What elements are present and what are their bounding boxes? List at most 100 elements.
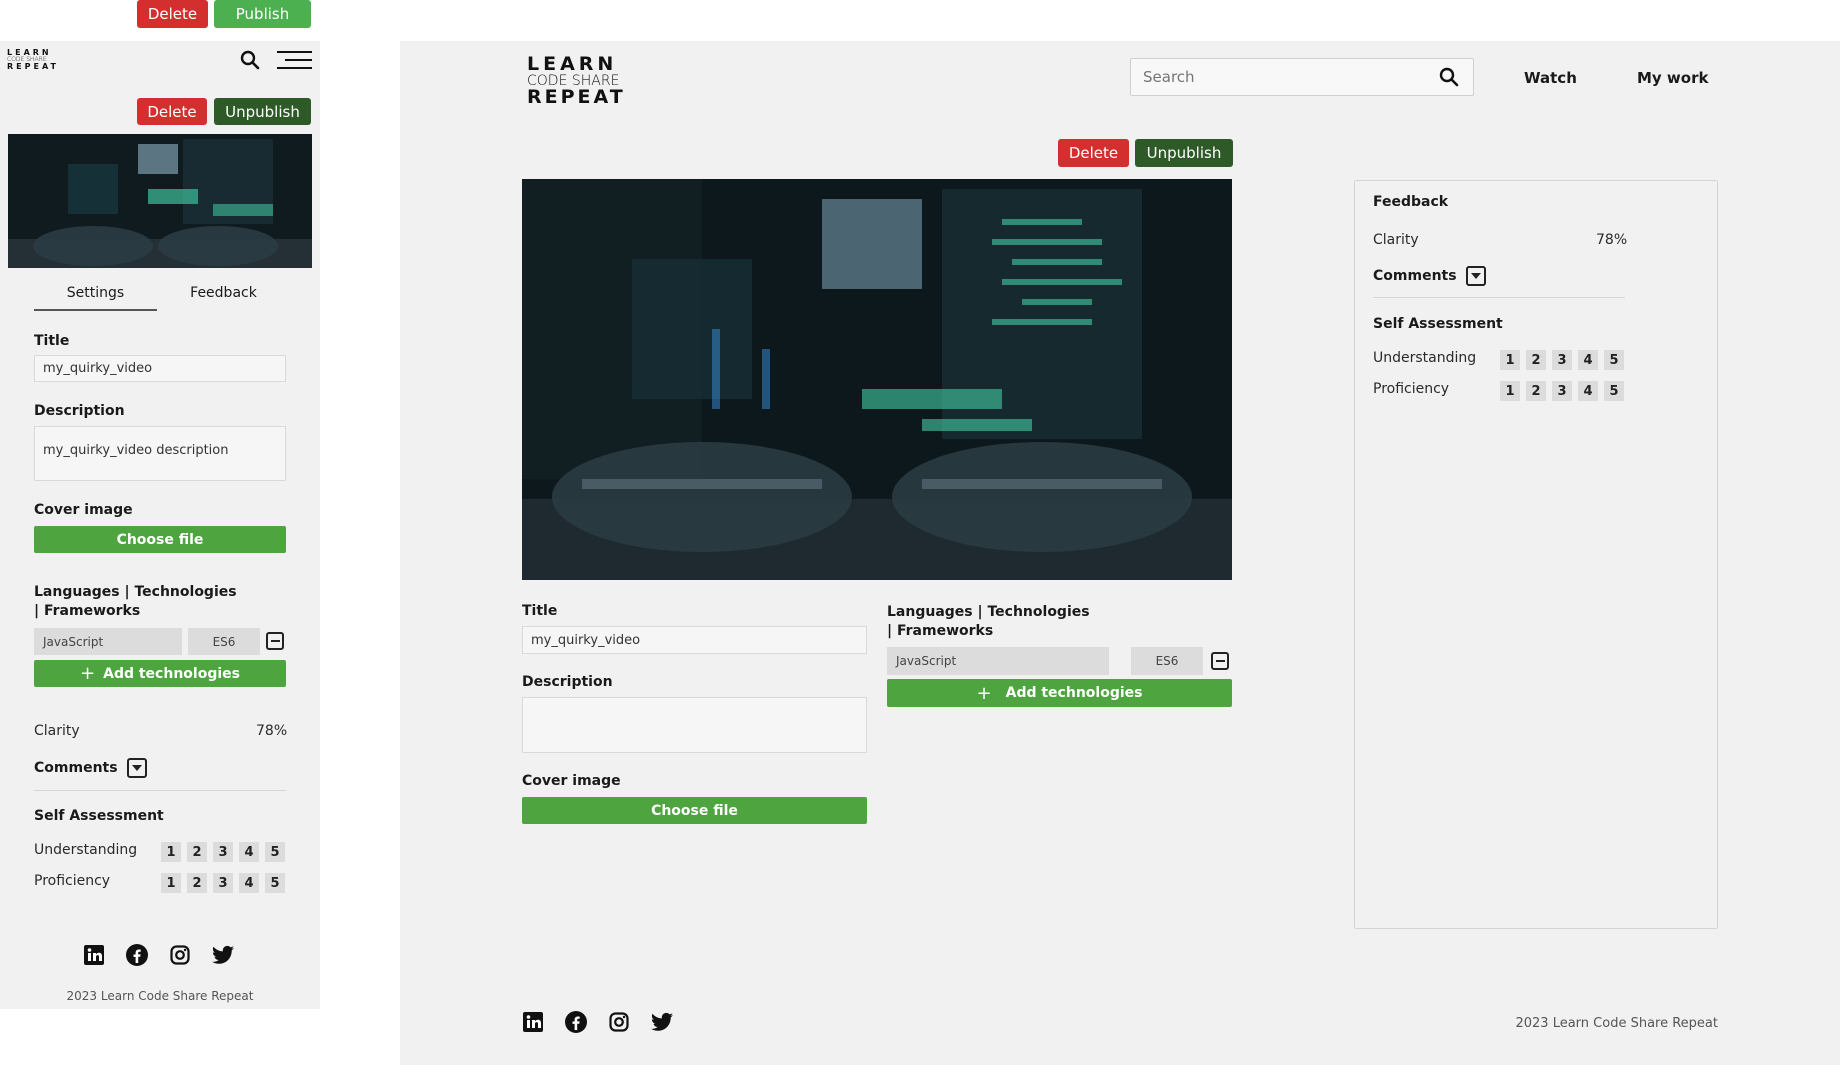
mobile-logo[interactable]: LEARN CODE SHARE REPEAT [7, 49, 59, 71]
nav-watch[interactable]: Watch [1524, 69, 1577, 87]
mobile-title-label: Title [34, 333, 70, 349]
desktop-cover-label: Cover image [522, 773, 621, 789]
desktop-add-technologies-label: Add technologies [1005, 685, 1143, 701]
search-icon[interactable] [1439, 67, 1459, 87]
mobile-add-technologies-label: Add technologies [103, 665, 240, 682]
logo-line-3: REPEAT [7, 62, 59, 71]
rating-5[interactable]: 5 [1604, 350, 1624, 370]
instagram-icon[interactable] [608, 1011, 630, 1033]
mobile-cover-image [8, 134, 312, 268]
desktop-choose-file-button[interactable]: Choose file [522, 797, 867, 824]
mobile-description-input[interactable]: my_quirky_video description [34, 426, 286, 481]
facebook-icon[interactable] [565, 1011, 587, 1033]
rating-2[interactable]: 2 [1526, 381, 1546, 401]
mobile-social-links [83, 944, 234, 966]
feedback-proficiency-label: Proficiency [1373, 381, 1450, 397]
rating-4[interactable]: 4 [239, 842, 259, 862]
mobile-divider [34, 790, 286, 791]
mobile-add-technologies-button[interactable]: + Add technologies [34, 660, 286, 687]
feedback-proficiency-rating: 1 2 3 4 5 [1500, 381, 1624, 401]
mobile-title-input[interactable] [34, 355, 286, 382]
linkedin-icon[interactable] [83, 944, 105, 966]
desktop-description-input[interactable] [522, 697, 867, 753]
rating-2[interactable]: 2 [187, 873, 207, 893]
rating-1[interactable]: 1 [161, 873, 181, 893]
top-delete-button[interactable]: Delete [137, 0, 208, 28]
facebook-icon[interactable] [126, 944, 148, 966]
desktop-tech-label: Languages | Technologies | Frameworks [887, 604, 1090, 639]
mobile-delete-button[interactable]: Delete [137, 98, 207, 125]
feedback-self-assessment-label: Self Assessment [1373, 316, 1503, 332]
desktop-search-box[interactable] [1130, 58, 1474, 96]
comments-toggle-icon[interactable] [1466, 266, 1486, 286]
remove-tech-icon[interactable] [266, 632, 284, 650]
mobile-self-assessment-label: Self Assessment [34, 808, 164, 824]
rating-1[interactable]: 1 [1500, 350, 1520, 370]
rating-3[interactable]: 3 [1552, 381, 1572, 401]
rating-2[interactable]: 2 [187, 842, 207, 862]
mobile-clarity-label: Clarity [34, 723, 80, 739]
menu-icon[interactable] [277, 50, 312, 70]
linkedin-icon[interactable] [522, 1011, 544, 1033]
mobile-choose-file-button[interactable]: Choose file [34, 526, 286, 553]
tech-tag-javascript: JavaScript [34, 628, 182, 655]
feedback-clarity-label: Clarity [1373, 232, 1419, 248]
feedback-heading: Feedback [1373, 194, 1449, 210]
comments-toggle-icon[interactable] [127, 758, 147, 778]
rating-1[interactable]: 1 [1500, 381, 1520, 401]
tab-settings[interactable]: Settings [34, 285, 157, 311]
plus-icon: + [976, 682, 992, 704]
desktop-title-input[interactable] [522, 626, 867, 654]
feedback-understanding-label: Understanding [1373, 350, 1477, 366]
logo-line-3: REPEAT [527, 86, 626, 108]
instagram-icon[interactable] [169, 944, 191, 966]
mobile-clarity-value: 78% [256, 723, 288, 739]
rating-4[interactable]: 4 [1578, 350, 1598, 370]
plus-icon: + [80, 663, 96, 684]
mobile-footer-text: 2023 Learn Code Share Repeat [66, 989, 254, 1003]
feedback-clarity-value: 78% [1596, 232, 1628, 248]
mobile-understanding-label: Understanding [34, 842, 138, 858]
logo-line-1: LEARN [527, 53, 618, 75]
mobile-panel: LEARN CODE SHARE REPEAT Delete Unpublish… [0, 41, 320, 1009]
desktop-description-label: Description [522, 674, 613, 690]
search-input[interactable] [1131, 59, 1431, 95]
desktop-footer-text: 2023 Learn Code Share Repeat [1515, 1016, 1718, 1031]
search-icon[interactable] [240, 50, 260, 70]
desktop-title-label: Title [522, 603, 558, 619]
desktop-social-links [522, 1011, 673, 1033]
tech-tag-es6: ES6 [188, 628, 260, 655]
feedback-divider [1373, 297, 1625, 298]
desktop-logo[interactable]: LEARN CODE SHARE REPEAT [527, 55, 626, 107]
rating-4[interactable]: 4 [1578, 381, 1598, 401]
desktop-unpublish-button[interactable]: Unpublish [1135, 139, 1233, 167]
desktop-cover-image [522, 179, 1232, 580]
tab-feedback[interactable]: Feedback [162, 285, 285, 311]
feedback-panel: Feedback Clarity 78% Comments Self Asses… [1354, 180, 1718, 929]
mobile-comments-label: Comments [34, 760, 118, 776]
top-publish-button[interactable]: Publish [214, 0, 311, 28]
rating-5[interactable]: 5 [265, 842, 285, 862]
remove-tech-icon[interactable] [1211, 652, 1229, 670]
rating-3[interactable]: 3 [213, 842, 233, 862]
rating-3[interactable]: 3 [1552, 350, 1572, 370]
mobile-understanding-rating: 1 2 3 4 5 [161, 842, 285, 862]
mobile-cover-label: Cover image [34, 502, 133, 518]
tech-tag-es6: ES6 [1131, 647, 1203, 675]
desktop-add-technologies-button[interactable]: + Add technologies [887, 679, 1232, 707]
feedback-comments-label: Comments [1373, 268, 1457, 284]
nav-my-work[interactable]: My work [1637, 69, 1708, 87]
feedback-understanding-rating: 1 2 3 4 5 [1500, 350, 1624, 370]
rating-2[interactable]: 2 [1526, 350, 1546, 370]
desktop-delete-button[interactable]: Delete [1058, 139, 1129, 167]
mobile-proficiency-rating: 1 2 3 4 5 [161, 873, 285, 893]
mobile-unpublish-button[interactable]: Unpublish [214, 98, 311, 125]
rating-5[interactable]: 5 [265, 873, 285, 893]
twitter-icon[interactable] [651, 1011, 673, 1033]
rating-1[interactable]: 1 [161, 842, 181, 862]
rating-5[interactable]: 5 [1604, 381, 1624, 401]
rating-3[interactable]: 3 [213, 873, 233, 893]
rating-4[interactable]: 4 [239, 873, 259, 893]
mobile-tech-label: Languages | Technologies | Frameworks [34, 584, 237, 619]
twitter-icon[interactable] [212, 944, 234, 966]
